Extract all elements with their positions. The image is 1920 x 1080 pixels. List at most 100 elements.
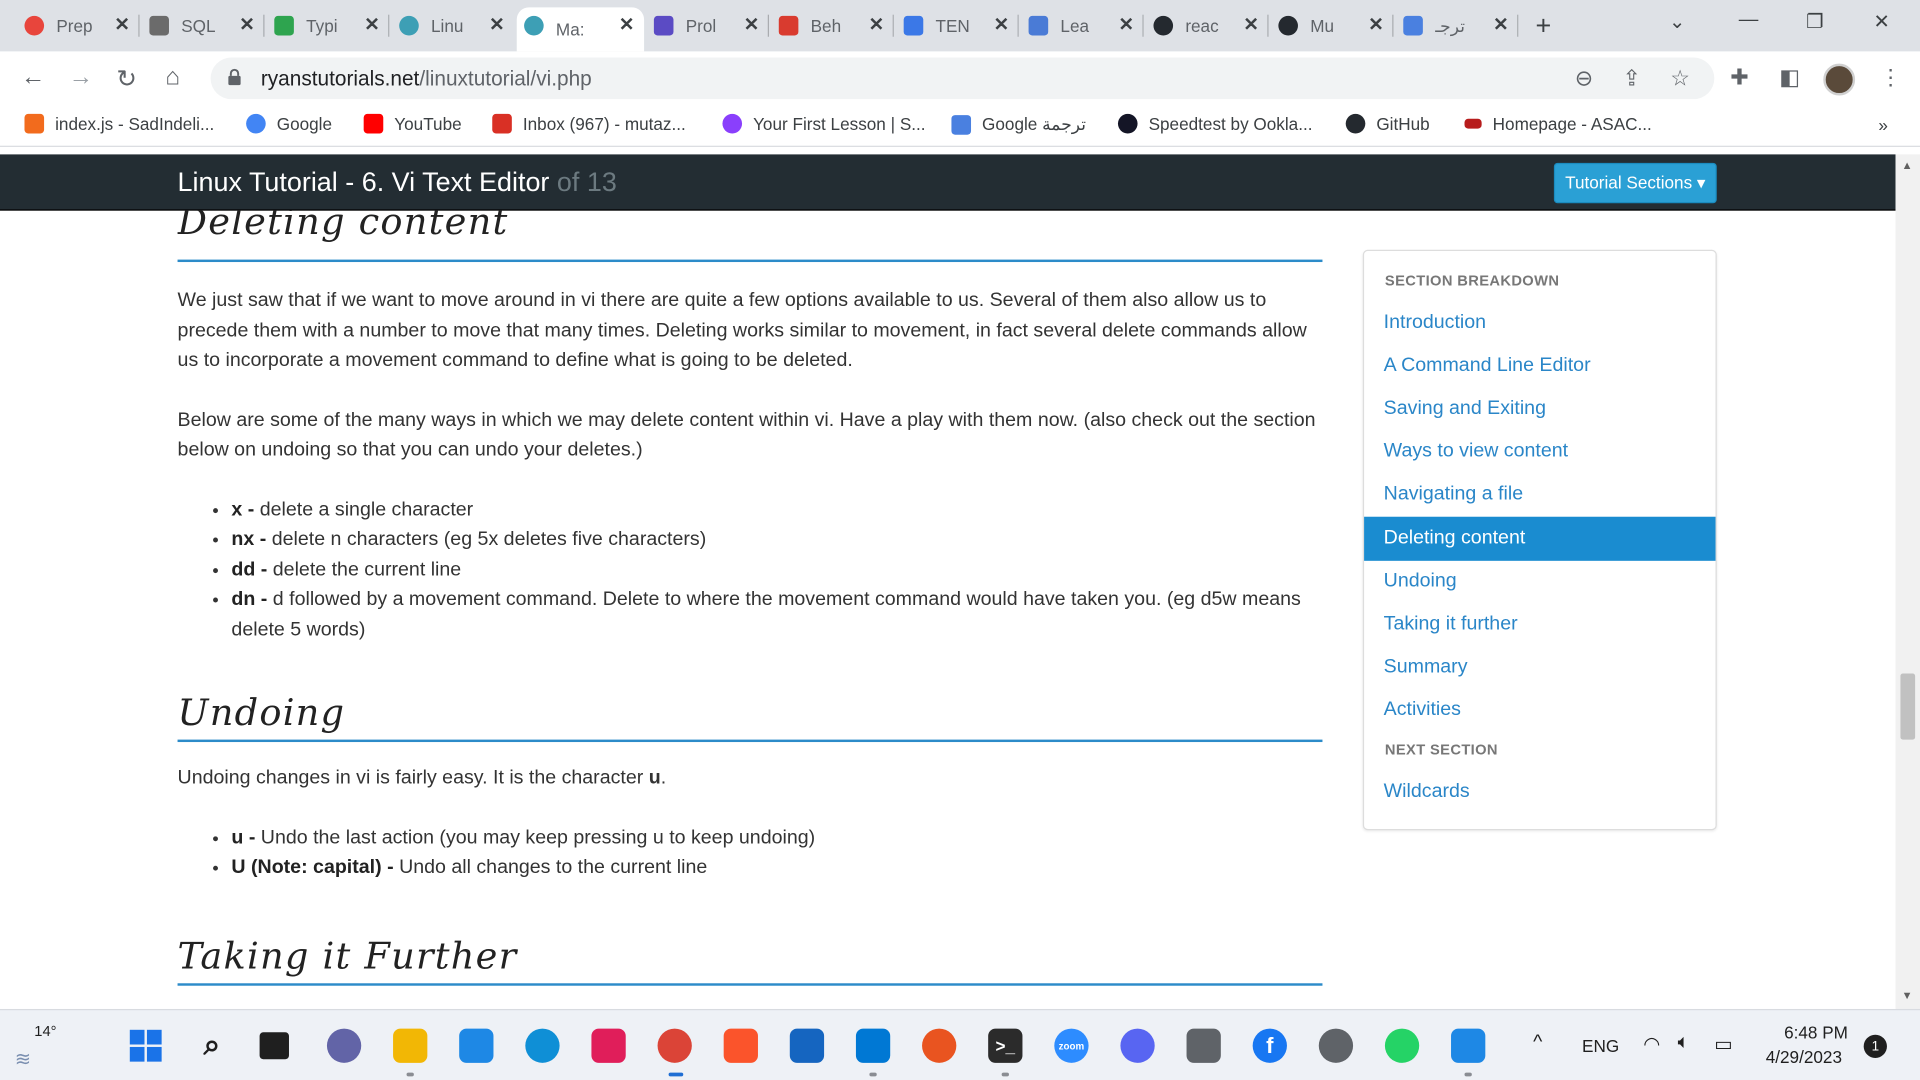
site-title[interactable]: Linux Tutorial - 6. Vi Text Editor of 13 — [178, 167, 617, 199]
reload-icon[interactable]: ↻ — [116, 64, 137, 95]
browser-tab[interactable]: Linu ✕ — [392, 7, 514, 44]
more-bookmarks-button[interactable]: » — [1878, 115, 1888, 135]
task-view-icon[interactable] — [259, 1032, 289, 1060]
close-tab-icon[interactable]: ✕ — [114, 13, 129, 36]
browser-tab-active[interactable]: Ma: ✕ — [516, 7, 645, 52]
chat-icon[interactable] — [326, 1028, 362, 1063]
close-tab-icon[interactable]: ✕ — [239, 13, 254, 36]
ubuntu-icon[interactable] — [922, 1028, 957, 1063]
notification-badge[interactable]: 1 — [1863, 1034, 1887, 1058]
kebab-menu-icon[interactable]: ⋮ — [1880, 65, 1902, 91]
photos-icon[interactable] — [1451, 1028, 1486, 1063]
restore-icon[interactable]: ❐ — [1806, 10, 1824, 34]
address-bar[interactable]: ryanstutorials.net/linuxtutorial/vi.php … — [210, 57, 1715, 100]
extensions-icon[interactable]: ✚ — [1730, 65, 1748, 91]
sidebar-item-command-line-editor[interactable]: A Command Line Editor — [1364, 344, 1715, 388]
browser-tab[interactable]: TEN ✕ — [896, 7, 1019, 44]
facebook-icon[interactable]: f — [1252, 1028, 1287, 1063]
sidebar-item-undoing[interactable]: Undoing — [1364, 560, 1715, 604]
sidebar-item-view-content[interactable]: Ways to view content — [1364, 430, 1715, 474]
settings-gear-icon[interactable] — [1318, 1028, 1354, 1063]
close-tab-icon[interactable]: ✕ — [1493, 13, 1508, 36]
browser-tab[interactable]: Typi ✕ — [267, 7, 390, 44]
battery-icon[interactable]: ▭ — [1714, 1032, 1733, 1056]
chrome-icon[interactable] — [657, 1028, 692, 1063]
profile-avatar[interactable] — [1823, 63, 1856, 96]
close-tab-icon[interactable]: ✕ — [489, 13, 504, 36]
wifi-icon[interactable]: ◠ — [1643, 1032, 1660, 1056]
vscode-icon[interactable] — [855, 1028, 891, 1063]
whatsapp-icon[interactable] — [1384, 1028, 1420, 1063]
discord-icon[interactable] — [1120, 1028, 1155, 1063]
browser-tab[interactable]: Beh ✕ — [771, 7, 894, 44]
bookmark-item[interactable]: Homepage - ASAC... — [1464, 114, 1652, 133]
page-scrollbar[interactable]: ▲ ▼ — [1895, 154, 1920, 1009]
sidebar-item-navigating[interactable]: Navigating a file — [1364, 473, 1715, 517]
browser-tab[interactable]: SQL ✕ — [142, 7, 265, 44]
home-icon[interactable]: ⌂ — [165, 64, 180, 92]
volume-icon[interactable]: 🔈︎ — [1678, 1032, 1690, 1054]
store-icon[interactable] — [459, 1028, 494, 1063]
zoom-icon[interactable]: ⊖ — [1575, 66, 1593, 92]
clock-date[interactable]: 4/29/2023 — [1766, 1047, 1842, 1067]
sidebar-item-activities[interactable]: Activities — [1364, 688, 1715, 732]
forward-arrow-icon[interactable]: → — [69, 64, 93, 92]
windows-start-icon[interactable] — [129, 1029, 163, 1063]
next-section-link[interactable]: Wildcards — [1364, 770, 1715, 814]
bookmark-item[interactable]: Google ترجمة — [951, 114, 1086, 135]
scroll-down-arrow-icon[interactable]: ▼ — [1902, 989, 1913, 1001]
browser-tab[interactable]: ترجـ ✕ — [1396, 7, 1519, 44]
back-arrow-icon[interactable]: ← — [21, 64, 45, 92]
clock-time[interactable]: 6:48 PM — [1784, 1022, 1848, 1042]
side-panel-icon[interactable]: ◧ — [1779, 65, 1800, 91]
brave-icon[interactable] — [723, 1028, 758, 1063]
bookmark-star-icon[interactable]: ☆ — [1670, 66, 1690, 92]
language-indicator[interactable]: ENG — [1582, 1036, 1619, 1056]
bookmark-item[interactable]: Speedtest by Ookla... — [1117, 113, 1312, 134]
close-tab-icon[interactable]: ✕ — [1118, 13, 1133, 36]
terminal-icon[interactable]: >_ — [988, 1028, 1023, 1063]
lock-icon[interactable] — [228, 68, 241, 86]
share-icon[interactable]: ⇪ — [1622, 66, 1640, 92]
browser-tab[interactable]: Mu ✕ — [1271, 7, 1394, 44]
close-tab-icon[interactable]: ✕ — [1243, 13, 1258, 36]
close-tab-icon[interactable]: ✕ — [364, 13, 379, 36]
edge-icon[interactable] — [525, 1028, 560, 1063]
tab-search-chevron-icon[interactable]: ⌄ — [1669, 10, 1685, 34]
bookmark-item[interactable]: GitHub — [1345, 113, 1430, 134]
bookmark-item[interactable]: YouTube — [363, 113, 462, 134]
sidebar-item-introduction[interactable]: Introduction — [1364, 301, 1715, 345]
minimize-icon[interactable]: — — [1739, 10, 1759, 32]
close-tab-icon[interactable]: ✕ — [744, 13, 759, 36]
sidebar-item-summary[interactable]: Summary — [1364, 645, 1715, 689]
sidebar-item-taking-further[interactable]: Taking it further — [1364, 602, 1715, 646]
slack-icon[interactable] — [591, 1028, 626, 1063]
show-hidden-icons-chevron-icon[interactable]: ^ — [1533, 1032, 1542, 1054]
url-text[interactable]: ryanstutorials.net/linuxtutorial/vi.php — [261, 67, 592, 91]
close-tab-icon[interactable]: ✕ — [1368, 13, 1383, 36]
scrollbar-thumb[interactable] — [1900, 673, 1916, 740]
close-tab-icon[interactable]: ✕ — [994, 13, 1009, 36]
camera-icon[interactable] — [1186, 1028, 1221, 1063]
bookmark-item[interactable]: Your First Lesson | S... — [722, 113, 926, 134]
browser-tab[interactable]: Prol ✕ — [647, 7, 769, 44]
browser-tab[interactable]: reac ✕ — [1146, 7, 1269, 44]
tutorial-sections-button[interactable]: Tutorial Sections ▾ — [1553, 162, 1717, 204]
bookmark-item[interactable]: Google — [246, 113, 332, 134]
search-icon[interactable]: ⌕ — [195, 1029, 229, 1063]
browser-tab[interactable]: Prep ✕ — [17, 7, 140, 44]
bookmark-item[interactable]: Inbox (967) - mutaz... — [492, 113, 686, 134]
close-tab-icon[interactable]: ✕ — [869, 13, 884, 36]
weather-widget[interactable]: 14° ≋ — [15, 1022, 64, 1070]
zoom-icon[interactable]: zoom — [1054, 1028, 1089, 1063]
close-tab-icon[interactable]: ✕ — [619, 13, 634, 36]
bookmark-item[interactable]: index.js - SadIndeli... — [24, 113, 214, 134]
scroll-up-arrow-icon[interactable]: ▲ — [1902, 159, 1913, 171]
new-tab-button[interactable]: + — [1536, 10, 1552, 42]
file-explorer-icon[interactable] — [393, 1028, 428, 1063]
browser-tab[interactable]: Lea ✕ — [1021, 7, 1144, 44]
mail-icon[interactable] — [789, 1028, 825, 1063]
sidebar-item-deleting-active[interactable]: Deleting content — [1364, 516, 1716, 561]
close-window-icon[interactable]: ✕ — [1873, 10, 1889, 34]
sidebar-item-saving-exiting[interactable]: Saving and Exiting — [1364, 387, 1715, 431]
